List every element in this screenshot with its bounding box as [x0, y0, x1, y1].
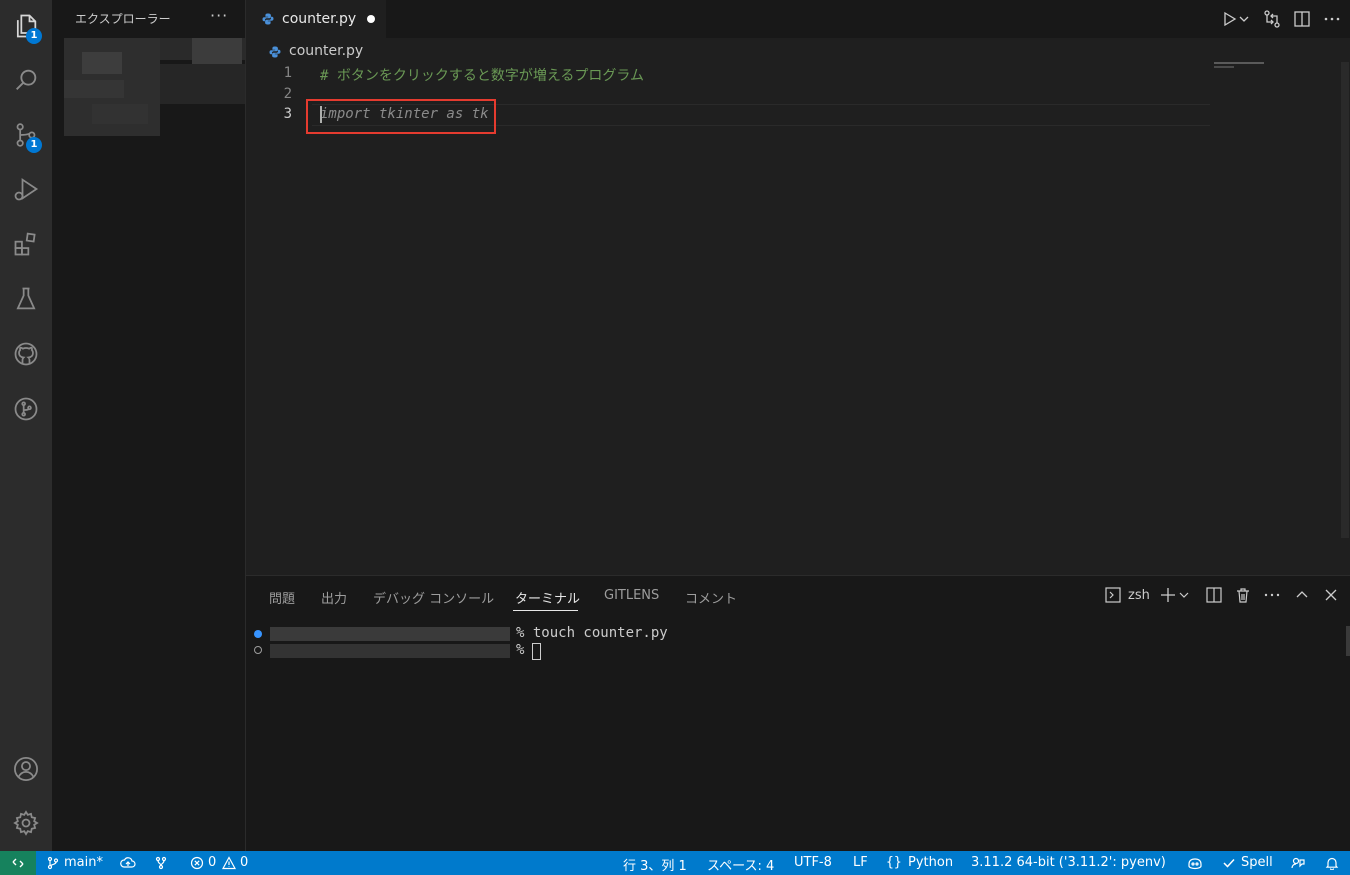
chevron-up-icon[interactable]: [1293, 586, 1311, 604]
tab-terminal[interactable]: ターミナル: [515, 588, 580, 607]
gitlens-icon: [14, 397, 38, 421]
tab-gitlens[interactable]: GITLENS: [604, 588, 659, 603]
bell-icon[interactable]: [1325, 856, 1339, 870]
run-debug-button[interactable]: [0, 165, 52, 213]
explorer-badge: 1: [26, 28, 42, 44]
warning-count[interactable]: 0: [240, 855, 248, 870]
minimap[interactable]: [1214, 66, 1234, 68]
source-control-button[interactable]: 1: [0, 111, 52, 159]
github-button[interactable]: [0, 330, 52, 378]
terminal-line: %: [516, 642, 533, 658]
trash-icon[interactable]: [1234, 586, 1252, 604]
line-number: 2: [283, 86, 292, 102]
terminal-cursor: [532, 643, 541, 660]
git-graph-icon[interactable]: [154, 856, 168, 870]
sidebar-title: エクスプローラー: [75, 12, 171, 26]
explorer-button[interactable]: 1: [0, 2, 52, 50]
terminal-prompt-redacted: [270, 644, 510, 658]
encoding[interactable]: UTF-8: [794, 855, 832, 870]
python-file-icon: [269, 46, 281, 58]
terminal-line: % touch counter.py: [516, 625, 668, 641]
tab-label: counter.py: [282, 11, 357, 27]
more-actions-icon[interactable]: [1263, 586, 1281, 604]
new-terminal-icon[interactable]: [1159, 586, 1177, 604]
editor-scrollbar[interactable]: [1341, 62, 1349, 538]
language-mode[interactable]: Python: [908, 855, 953, 870]
end-of-line[interactable]: LF: [853, 855, 868, 870]
braces-icon: {}: [886, 855, 902, 870]
activity-bar: 1 1: [0, 0, 52, 851]
check-icon: [1223, 858, 1235, 868]
minimap[interactable]: [1214, 62, 1264, 64]
extensions-button[interactable]: [0, 220, 52, 268]
remote-icon: [12, 858, 24, 868]
chevron-down-icon[interactable]: [1178, 586, 1190, 604]
bottom-panel: 問題 出力 デバッグ コンソール ターミナル GITLENS コメント zsh …: [246, 575, 1350, 852]
more-actions-icon[interactable]: [1322, 9, 1342, 29]
breadcrumb[interactable]: counter.py: [289, 43, 363, 59]
tab-counter-py[interactable]: counter.py: [246, 0, 386, 38]
chevron-down-icon[interactable]: [1238, 9, 1250, 29]
explorer-sidebar: エクスプローラー ···: [52, 0, 246, 851]
flask-icon: [16, 287, 36, 310]
line-number: 1: [283, 65, 292, 81]
line-number-current: 3: [283, 106, 292, 122]
feedback-icon[interactable]: [1291, 856, 1305, 870]
compare-changes-icon[interactable]: [1262, 9, 1282, 29]
split-terminal-icon[interactable]: [1205, 586, 1223, 604]
scm-badge: 1: [26, 137, 42, 153]
remote-indicator[interactable]: [0, 851, 36, 875]
python-file-icon: [262, 13, 274, 25]
cursor-position[interactable]: 行 3、列 1: [623, 855, 687, 874]
code-line-comment[interactable]: # ボタンをクリックすると数字が増えるプログラム: [320, 65, 644, 85]
python-interpreter[interactable]: 3.11.2 64-bit ('3.11.2': pyenv): [971, 855, 1166, 870]
manage-button[interactable]: [0, 799, 52, 847]
error-icon[interactable]: [190, 856, 204, 870]
annotation-highlight-box: [306, 99, 496, 134]
status-bar: main* 0 0 行 3、列 1 スペース: 4 UTF-8 LF {} Py…: [0, 851, 1350, 875]
account-icon: [14, 757, 38, 781]
terminal-prompt-redacted: [270, 627, 510, 641]
accounts-button[interactable]: [0, 745, 52, 793]
terminal-icon[interactable]: [1104, 586, 1122, 604]
more-actions-icon[interactable]: ···: [210, 6, 228, 25]
command-decoration-icon[interactable]: [254, 630, 262, 638]
tab-problems[interactable]: 問題: [269, 588, 295, 607]
sync-cloud-icon[interactable]: [120, 856, 136, 870]
spell-checker[interactable]: Spell: [1241, 855, 1273, 870]
run-icon[interactable]: [1220, 9, 1240, 29]
gitlens-button[interactable]: [0, 385, 52, 433]
active-tab-indicator: [513, 610, 578, 611]
search-button[interactable]: [0, 56, 52, 104]
terminal-scrollbar[interactable]: [1346, 626, 1350, 656]
editor-tab-bar: counter.py: [246, 0, 1350, 38]
testing-button[interactable]: [0, 275, 52, 323]
branch-icon: [47, 856, 59, 870]
unsaved-dot-icon[interactable]: [367, 15, 375, 23]
split-editor-icon[interactable]: [1292, 9, 1312, 29]
github-icon: [14, 342, 38, 366]
tab-output[interactable]: 出力: [321, 588, 347, 607]
command-decoration-icon[interactable]: [254, 646, 262, 654]
search-icon: [16, 69, 37, 90]
branch-name[interactable]: main*: [64, 855, 103, 870]
error-count[interactable]: 0: [208, 855, 216, 870]
indentation[interactable]: スペース: 4: [707, 855, 774, 874]
tab-debug-console[interactable]: デバッグ コンソール: [373, 588, 494, 607]
close-icon[interactable]: [1322, 586, 1340, 604]
warning-icon[interactable]: [222, 856, 236, 870]
terminal-shell-name[interactable]: zsh: [1128, 588, 1150, 603]
gear-icon: [13, 810, 39, 836]
tab-comments[interactable]: コメント: [685, 588, 737, 607]
run-debug-icon: [14, 178, 39, 201]
extensions-icon: [14, 232, 36, 256]
copilot-icon[interactable]: [1187, 856, 1203, 870]
